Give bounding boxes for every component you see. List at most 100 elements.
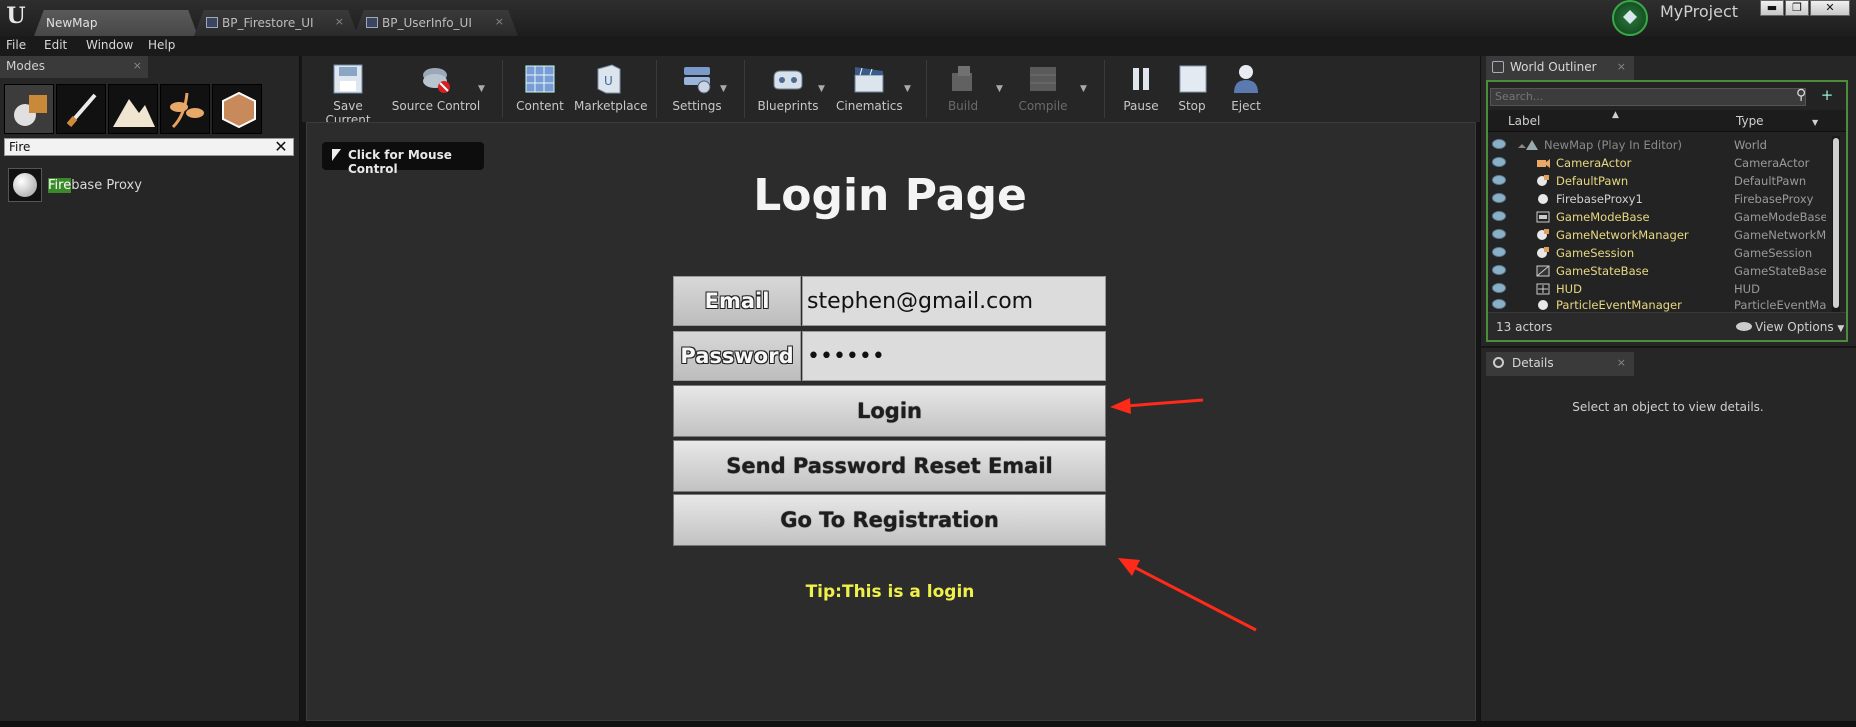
go-to-registration-button[interactable]: Go To Registration — [673, 494, 1106, 546]
settings-button[interactable]: Settings — [666, 60, 728, 120]
unreal-logo-icon[interactable]: U — [2, 2, 30, 30]
clear-search-icon[interactable]: ✕ — [272, 138, 290, 156]
menu-edit[interactable]: Edit — [44, 38, 67, 52]
source-control-icon — [423, 68, 450, 93]
tab-label: World Outliner — [1510, 60, 1597, 74]
tab-label: Details — [1512, 356, 1554, 370]
visibility-eye-icon[interactable] — [1492, 247, 1506, 257]
compile-button[interactable]: Compile — [1014, 60, 1072, 120]
window-close-button[interactable]: ✕ — [1810, 0, 1850, 16]
menu-help[interactable]: Help — [148, 38, 175, 52]
table-row[interactable]: GameModeBase GameModeBase — [1488, 208, 1830, 226]
list-item-firebase-proxy[interactable]: Firebase Proxy — [8, 168, 298, 202]
search-field[interactable] — [1491, 90, 1781, 103]
password-field[interactable] — [802, 331, 1106, 381]
tab-modes[interactable]: Modes × — [0, 56, 148, 78]
visibility-eye-icon[interactable] — [1492, 139, 1506, 149]
save-current-button[interactable]: Save Current — [310, 60, 386, 127]
table-row[interactable]: ParticleEventManager ParticleEventMar — [1488, 296, 1830, 312]
visibility-eye-icon[interactable] — [1492, 193, 1506, 203]
source-control-button[interactable]: Source Control — [390, 60, 482, 120]
button-label: Compile — [1018, 99, 1068, 113]
table-row[interactable]: GameNetworkManager GameNetworkMa — [1488, 226, 1830, 244]
outliner-scrollbar[interactable] — [1832, 136, 1840, 312]
close-icon[interactable]: × — [1617, 60, 1626, 73]
login-button[interactable]: Login — [673, 385, 1106, 437]
view-options-button[interactable]: View Options ▼ — [1736, 320, 1844, 334]
close-icon[interactable]: × — [335, 15, 344, 28]
build-dropdown-icon[interactable]: ▼ — [996, 84, 1003, 94]
column-type[interactable]: Type — [1736, 114, 1764, 128]
paint-mode-icon[interactable] — [56, 84, 106, 134]
tab-label: Modes — [6, 59, 45, 73]
table-row[interactable]: GameStateBase GameStateBase — [1488, 262, 1830, 280]
visibility-eye-icon[interactable] — [1492, 157, 1506, 167]
table-row[interactable]: DefaultPawn DefaultPawn — [1488, 172, 1830, 190]
project-badge-icon[interactable] — [1612, 0, 1648, 36]
visibility-eye-icon[interactable] — [1492, 299, 1506, 309]
globe-icon — [1492, 61, 1504, 73]
tab-newmap[interactable]: NewMap — [34, 10, 198, 36]
add-actor-icon[interactable]: + — [1818, 86, 1836, 104]
search-icon[interactable]: ⚲ — [1796, 87, 1806, 103]
visibility-eye-icon[interactable] — [1492, 283, 1506, 293]
foliage-mode-icon[interactable] — [160, 84, 210, 134]
tab-details[interactable]: Details × — [1486, 352, 1634, 376]
stop-icon — [1179, 65, 1207, 93]
actor-label: DefaultPawn — [1556, 174, 1629, 188]
send-password-reset-button[interactable]: Send Password Reset Email — [673, 440, 1106, 492]
mouse-control-button[interactable]: Click for Mouse Control — [322, 142, 484, 176]
visibility-eye-icon[interactable] — [1492, 265, 1506, 275]
build-button[interactable]: Build — [936, 60, 990, 120]
geometry-mode-icon[interactable] — [212, 84, 262, 134]
visibility-eye-icon[interactable] — [1492, 229, 1506, 239]
marketplace-button[interactable]: U Marketplace — [574, 60, 648, 120]
close-icon[interactable]: × — [1617, 356, 1626, 369]
minimize-button[interactable]: ▬ — [1760, 0, 1784, 16]
page-title: Login Page — [753, 170, 1027, 221]
content-icon — [525, 65, 555, 93]
place-mode-icon[interactable] — [4, 84, 54, 134]
details-empty-message: Select an object to view details. — [1572, 400, 1764, 414]
content-button[interactable]: Content — [512, 60, 568, 120]
column-label[interactable]: Label — [1508, 114, 1540, 128]
cinematics-dropdown-icon[interactable]: ▼ — [904, 84, 911, 94]
eject-button[interactable]: Eject — [1222, 60, 1270, 120]
view-options-dropdown-icon: ▼ — [1837, 324, 1845, 334]
cinematics-button[interactable]: Cinematics — [836, 60, 903, 120]
pause-button[interactable]: Pause — [1114, 60, 1168, 120]
tab-bp-userinfo-ui[interactable]: BP_UserInfo_UI × — [354, 10, 518, 36]
stop-button[interactable]: Stop — [1170, 60, 1214, 120]
actor-label: GameModeBase — [1556, 210, 1650, 224]
table-row[interactable]: GameSession GameSession — [1488, 244, 1830, 262]
blueprints-button[interactable]: Blueprints — [754, 60, 822, 120]
source-control-dropdown-icon[interactable]: ▼ — [478, 84, 485, 94]
menu-window[interactable]: Window — [86, 38, 133, 52]
landscape-mode-icon[interactable] — [108, 84, 158, 134]
close-icon[interactable]: × — [133, 59, 142, 72]
search-field[interactable] — [5, 139, 265, 155]
settings-dropdown-icon[interactable]: ▼ — [720, 84, 727, 94]
arrow-to-registration — [1129, 563, 1257, 632]
type-dropdown-icon[interactable]: ▼ — [1812, 118, 1818, 127]
restore-button[interactable]: ❐ — [1785, 0, 1809, 16]
table-row[interactable]: FirebaseProxy1 FirebaseProxy — [1488, 190, 1830, 208]
tab-world-outliner[interactable]: World Outliner × — [1486, 56, 1634, 80]
outliner-search-input[interactable] — [1490, 88, 1806, 106]
details-search-icon — [1493, 357, 1504, 368]
table-row[interactable]: NewMap (Play In Editor) World — [1488, 136, 1830, 154]
compile-dropdown-icon[interactable]: ▼ — [1080, 84, 1087, 94]
close-icon[interactable]: × — [495, 15, 504, 28]
modes-search-input[interactable] — [4, 138, 294, 156]
password-label: Password — [673, 331, 801, 381]
blueprints-dropdown-icon[interactable]: ▼ — [818, 84, 825, 94]
world-icon — [1518, 138, 1538, 152]
blueprint-icon — [206, 17, 218, 28]
visibility-eye-icon[interactable] — [1492, 175, 1506, 185]
eject-icon — [1234, 65, 1258, 93]
email-field[interactable] — [802, 276, 1106, 326]
table-row[interactable]: CameraActor CameraActor — [1488, 154, 1830, 172]
visibility-eye-icon[interactable] — [1492, 211, 1506, 221]
tab-bp-firestore-ui[interactable]: BP_Firestore_UI × — [194, 10, 358, 36]
menu-file[interactable]: File — [6, 38, 26, 52]
